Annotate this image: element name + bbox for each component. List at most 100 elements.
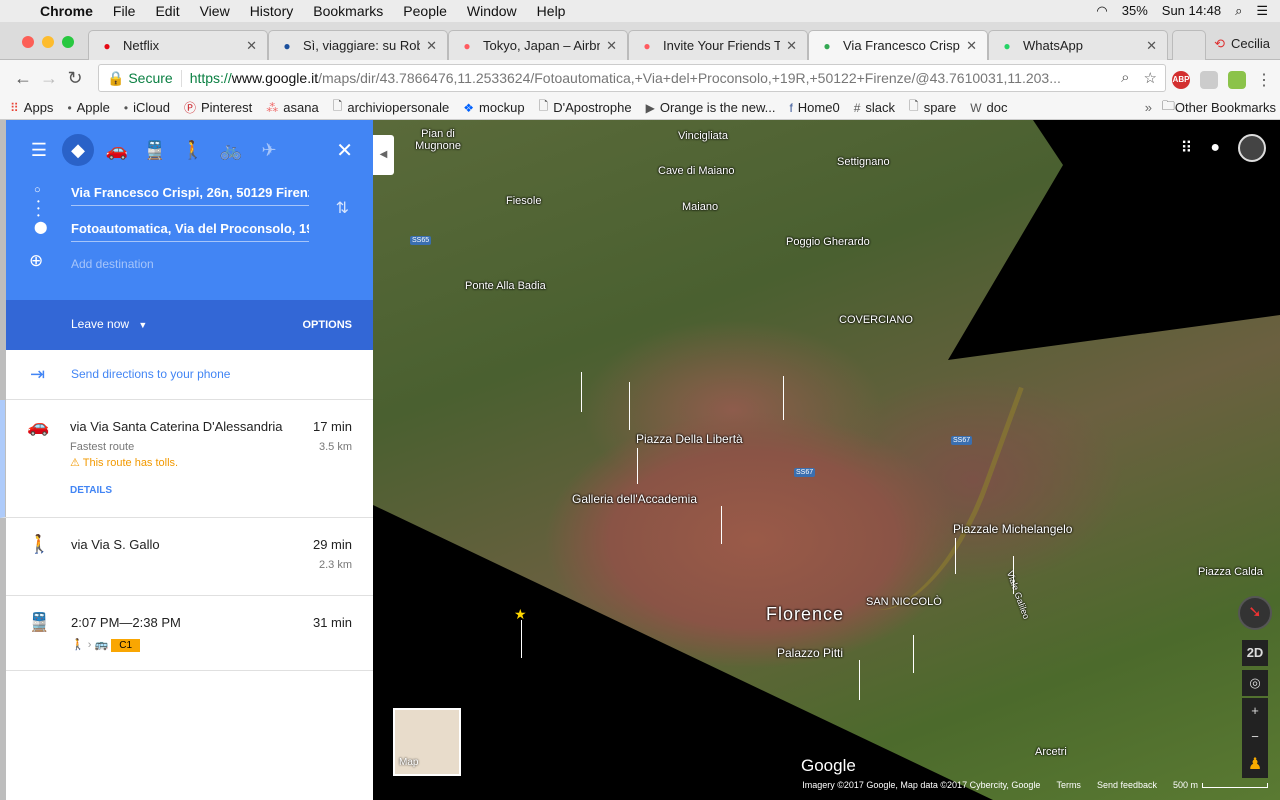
zoom-icon[interactable]: ⌕ — [1121, 69, 1129, 87]
bookmark-item[interactable]: • iCloud — [124, 97, 170, 118]
secure-indicator[interactable]: 🔒 Secure — [107, 69, 182, 87]
toggle-2d-button[interactable]: 2D — [1242, 640, 1268, 666]
transit-stop-pin[interactable] — [783, 376, 784, 420]
close-tab-icon[interactable]: ✕ — [426, 38, 437, 54]
profile-button[interactable]: ⟲ Cecilia — [1214, 36, 1270, 52]
map-label[interactable]: Vincigliata — [678, 130, 728, 142]
send-to-phone[interactable]: ⇥ Send directions to your phone — [6, 350, 373, 400]
menu-window[interactable]: Window — [467, 3, 517, 19]
compass-icon[interactable]: ➘ — [1238, 596, 1272, 630]
notifications-bell-icon[interactable]: ● — [1210, 139, 1220, 157]
map-type-toggle[interactable]: Map — [393, 708, 461, 776]
bookmark-item[interactable]: • Apple — [67, 97, 109, 118]
avatar[interactable] — [1238, 134, 1266, 162]
transit-stop-pin[interactable] — [581, 372, 582, 412]
mode-walk-icon[interactable]: 🚶 — [174, 140, 212, 161]
map-label[interactable]: Piazzale Michelangelo — [953, 522, 1072, 536]
wifi-icon[interactable]: ◠ — [1096, 3, 1107, 19]
tab[interactable]: ●Sì, viaggiare: su Robin✕ — [268, 30, 448, 60]
menu-file[interactable]: File — [113, 3, 136, 19]
bookmark-item[interactable]: Wdoc — [970, 97, 1007, 118]
terms-link[interactable]: Terms — [1056, 780, 1081, 794]
destination-input[interactable]: Fotoautomatica, Via del Proconsolo, 19R — [71, 221, 309, 242]
transit-stop-pin[interactable] — [629, 382, 630, 430]
tab[interactable]: ● WhatsApp ✕ — [988, 30, 1168, 60]
close-tab-icon[interactable]: ✕ — [246, 38, 257, 54]
mode-bike-icon[interactable]: 🚲 — [212, 140, 250, 161]
mode-flight-icon[interactable]: ✈ — [250, 140, 288, 161]
bookmark-item[interactable]: 🗋 D'Apostrophe — [539, 97, 632, 118]
map-label[interactable]: Cave di Maiano — [658, 165, 734, 177]
map-label[interactable]: Galleria dell'Accademia — [572, 492, 697, 506]
notification-center-icon[interactable]: ☰ — [1256, 3, 1268, 19]
close-window-button[interactable] — [22, 36, 34, 48]
menu-people[interactable]: People — [403, 3, 447, 19]
leave-now-dropdown[interactable]: Leave now ▼ — [71, 317, 147, 331]
menu-app-name[interactable]: Chrome — [40, 3, 93, 19]
zoom-out-button[interactable]: − — [1242, 724, 1268, 750]
map-label[interactable]: Settignano — [837, 156, 890, 168]
menu-edit[interactable]: Edit — [155, 3, 179, 19]
bookmark-item[interactable]: Ⓟ Pinterest — [184, 97, 252, 118]
details-link[interactable]: DETAILS — [70, 485, 112, 496]
bookmark-item[interactable]: 🗋 archiviopersonale — [333, 97, 450, 118]
map-label[interactable]: Palazzo Pitti — [777, 646, 843, 660]
evernote-extension-icon[interactable] — [1228, 71, 1246, 89]
clock[interactable]: Sun 14:48 — [1162, 3, 1221, 19]
origin-input[interactable]: Via Francesco Crispi, 26n, 50129 Firenze — [71, 185, 309, 206]
poi-pin[interactable] — [913, 635, 914, 673]
apps-grid-icon[interactable]: ⠿ — [1181, 138, 1193, 158]
new-tab-button[interactable] — [1172, 30, 1206, 60]
pegman-icon[interactable]: ♟ — [1242, 752, 1268, 778]
menu-help[interactable]: Help — [537, 3, 566, 19]
battery-percent[interactable]: 35% — [1122, 3, 1148, 19]
map-label[interactable]: COVERCIANO — [839, 314, 913, 326]
add-destination-icon[interactable]: ⊕ — [29, 251, 43, 271]
map-label[interactable]: Arcetri — [1035, 746, 1067, 758]
send-feedback-link[interactable]: Send feedback — [1097, 780, 1157, 794]
my-location-icon[interactable]: ◎ — [1242, 670, 1268, 696]
bookmark-star-icon[interactable]: ☆ — [1144, 69, 1157, 87]
swap-icon[interactable]: ⇅ — [336, 198, 349, 218]
drive-extension-icon[interactable] — [1200, 71, 1218, 89]
mode-best-icon[interactable]: ◆ — [62, 134, 94, 166]
menu-bookmarks[interactable]: Bookmarks — [313, 3, 383, 19]
close-tab-icon[interactable]: ✕ — [606, 38, 617, 54]
bookmark-item[interactable]: ▶ Orange is the new... — [646, 97, 776, 118]
bookmark-item[interactable]: ⠿ Apps — [10, 97, 53, 118]
chrome-menu-icon[interactable]: ⋮ — [1256, 70, 1272, 90]
collapse-panel-button[interactable]: ◀ — [373, 135, 394, 175]
close-tab-icon[interactable]: ✕ — [966, 38, 977, 54]
bookmark-item[interactable]: ❖ mockup — [463, 97, 524, 118]
map-label[interactable]: Ponte Alla Badia — [465, 280, 546, 292]
route-option-transit[interactable]: 🚆 2:07 PM—2:38 PM 31 min 🚶 › 🚌 C1 — [6, 596, 373, 671]
scale-bar[interactable]: 500 m — [1173, 780, 1268, 794]
poi-pin[interactable] — [955, 538, 956, 574]
add-destination-input[interactable]: Add destination — [71, 257, 154, 271]
zoom-in-button[interactable]: + — [1242, 698, 1268, 724]
bookmark-item[interactable]: 🗋 spare — [909, 97, 956, 118]
bookmark-item[interactable]: # slack — [854, 97, 895, 118]
route-option-car[interactable]: 🚗 via Via Santa Caterina D'Alessandria 1… — [0, 400, 373, 518]
zoom-window-button[interactable] — [62, 36, 74, 48]
menu-view[interactable]: View — [200, 3, 230, 19]
tab[interactable]: ● Netflix ✕ — [88, 30, 268, 60]
bookmark-item[interactable]: f Home0 — [789, 97, 839, 118]
map-canvas[interactable]: ◀ Pian di Mugnone Vincigliata Settignano Ca… — [373, 120, 1280, 800]
other-bookmarks[interactable]: 🗀 Other Bookmarks — [1162, 97, 1276, 119]
bookmark-item[interactable]: ⁂ asana — [266, 97, 318, 118]
spotlight-icon[interactable]: ⌕ — [1235, 3, 1242, 19]
poi-pin[interactable] — [637, 448, 638, 484]
menu-icon[interactable]: ☰ — [26, 140, 52, 161]
poi-pin[interactable] — [721, 506, 722, 544]
back-button[interactable]: ← — [10, 68, 36, 89]
map-label[interactable]: SAN NICCOLÒ — [866, 596, 942, 608]
poi-pin[interactable] — [859, 660, 860, 700]
map-label[interactable]: Fiesole — [506, 195, 541, 207]
map-label[interactable]: Piazza Della Libertà — [636, 432, 743, 446]
tab[interactable]: ●Via Francesco Crispi, 2✕ — [808, 30, 988, 60]
close-tab-icon[interactable]: ✕ — [1146, 38, 1157, 54]
close-directions-icon[interactable]: ✕ — [336, 138, 353, 163]
more-bookmarks-chevron-icon[interactable]: » — [1145, 100, 1152, 115]
map-label[interactable]: Maiano — [682, 201, 718, 213]
